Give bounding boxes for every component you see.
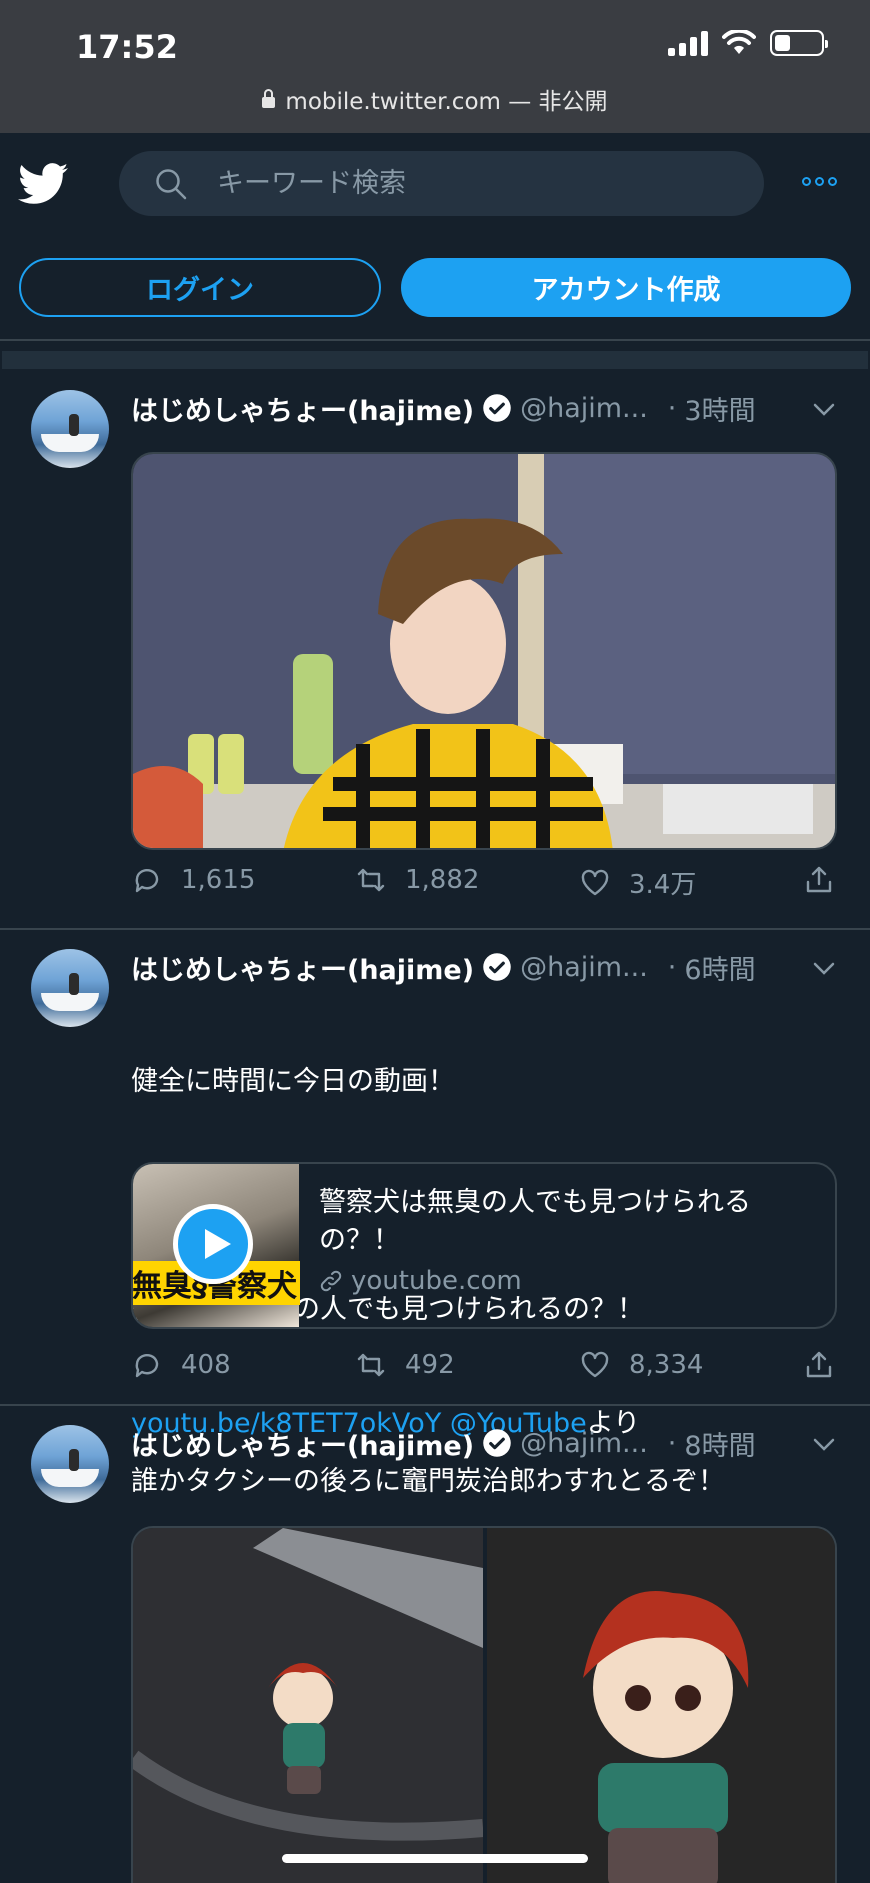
- tweet-header: はじめしゃちょー(hajime) @hajim... · 8時間: [131, 1423, 756, 1463]
- share-button[interactable]: [803, 864, 835, 896]
- separator-dot: ·: [667, 1427, 677, 1459]
- reply-count: 1,615: [181, 865, 256, 895]
- author-handle[interactable]: @hajim...: [520, 393, 648, 424]
- card-domain-text: youtube.com: [351, 1266, 522, 1296]
- author-handle[interactable]: @hajim...: [520, 952, 648, 983]
- tweet-time[interactable]: 3時間: [684, 389, 755, 428]
- battery-icon: [770, 30, 828, 56]
- heart-icon: [581, 869, 609, 895]
- card-body: 警察犬は無臭の人でも見つけられるの？！ youtube.com: [319, 1184, 819, 1296]
- tweet-time[interactable]: 8時間: [684, 1424, 755, 1463]
- share-icon: [806, 866, 832, 893]
- more-options-icon[interactable]: [802, 177, 837, 186]
- tweet-actions: 1,615 1,882 3.4万: [131, 864, 837, 904]
- link-icon: [320, 1270, 342, 1292]
- tweet-photo-grid: [131, 1526, 837, 1883]
- tweet-header: はじめしゃちょー(hajime) @hajim... · 6時間: [131, 947, 756, 987]
- card-thumbnail: 無臭§警察犬: [133, 1164, 300, 1327]
- battery-level: [775, 35, 791, 51]
- tweet[interactable]: はじめしゃちょー(hajime) @hajim... · 3時間 1,615 1…: [0, 371, 870, 930]
- like-count: 8,334: [629, 1350, 704, 1380]
- tweet-photo[interactable]: [131, 452, 837, 850]
- cellular-signal-icon: [668, 30, 708, 56]
- heart-icon: [581, 1351, 609, 1378]
- tweet-time[interactable]: 6時間: [684, 948, 755, 987]
- home-indicator[interactable]: [282, 1854, 588, 1863]
- avatar[interactable]: [31, 949, 109, 1027]
- photo-pair: [133, 1528, 835, 1883]
- share-button[interactable]: [803, 1349, 835, 1381]
- separator-dot: ·: [667, 951, 677, 983]
- avatar[interactable]: [31, 390, 109, 468]
- url-bar[interactable]: mobile.twitter.com — 非公開: [0, 82, 870, 116]
- author-name[interactable]: はじめしゃちょー(hajime): [131, 1424, 474, 1463]
- login-button[interactable]: ログイン: [19, 258, 381, 317]
- retweet-count: 492: [405, 1350, 455, 1380]
- author-handle[interactable]: @hajim...: [520, 1428, 648, 1459]
- play-icon[interactable]: [173, 1204, 253, 1284]
- reply-icon: [135, 869, 159, 893]
- timeline-top-divider: [2, 351, 868, 369]
- status-icons: [668, 30, 828, 56]
- tweet-actions: 408 492 8,334: [131, 1349, 837, 1389]
- reply-icon: [135, 1354, 159, 1378]
- status-bar: 17:52 mobile.twitter.com — 非公開: [0, 0, 870, 133]
- like-count: 3.4万: [629, 870, 697, 900]
- retweet-button[interactable]: 1,882: [355, 864, 479, 896]
- search-input[interactable]: [217, 151, 737, 216]
- reply-count: 408: [181, 1350, 231, 1380]
- like-button[interactable]: 8,334: [579, 1349, 703, 1381]
- author-name[interactable]: はじめしゃちょー(hajime): [131, 389, 474, 428]
- chevron-down-icon[interactable]: [813, 1433, 835, 1455]
- tweet-header: はじめしゃちょー(hajime) @hajim... · 3時間: [131, 388, 756, 428]
- share-icon: [806, 1351, 832, 1378]
- retweet-icon: [357, 1353, 385, 1377]
- status-time: 17:52: [76, 28, 178, 66]
- verified-badge-icon: [483, 394, 511, 422]
- reply-button[interactable]: 408: [131, 1349, 231, 1381]
- card-title: 警察犬は無臭の人でも見つけられるの？！: [319, 1187, 751, 1256]
- retweet-count: 1,882: [405, 865, 480, 895]
- chevron-down-icon[interactable]: [813, 398, 835, 420]
- search-icon: [156, 169, 187, 200]
- tweet[interactable]: はじめしゃちょー(hajime) @hajim... · 6時間 健全に時間に今…: [0, 930, 870, 1439]
- chevron-down-icon[interactable]: [813, 957, 835, 979]
- verified-badge-icon: [483, 953, 511, 981]
- photo-image: [133, 454, 835, 848]
- link-card[interactable]: 無臭§警察犬 警察犬は無臭の人でも見つけられるの？！ youtube.com: [131, 1162, 837, 1329]
- url-text: mobile.twitter.com: [285, 89, 501, 115]
- signup-button[interactable]: アカウント作成: [401, 258, 851, 317]
- avatar[interactable]: [31, 1425, 109, 1503]
- author-name[interactable]: はじめしゃちょー(hajime): [131, 948, 474, 987]
- lock-icon: [262, 89, 276, 108]
- search-box[interactable]: [119, 151, 764, 216]
- like-button[interactable]: 3.4万: [579, 864, 696, 901]
- tweet-text: 誰かタクシーの後ろに竈門炭治郎わすれとるぞ！: [131, 1466, 725, 1497]
- twitter-header: ログイン アカウント作成: [0, 133, 870, 341]
- tweet-text-line: 健全に時間に今日の動画！: [131, 1066, 455, 1097]
- retweet-icon: [357, 868, 385, 892]
- reply-button[interactable]: 1,615: [131, 864, 255, 896]
- twitter-bird-icon[interactable]: [18, 163, 68, 205]
- url-suffix: — 非公開: [500, 89, 608, 115]
- wifi-icon: [722, 30, 756, 54]
- retweet-button[interactable]: 492: [355, 1349, 455, 1381]
- tweet[interactable]: はじめしゃちょー(hajime) @hajim... · 8時間 誰かタクシーの…: [0, 1406, 870, 1883]
- card-domain: youtube.com: [319, 1266, 819, 1296]
- verified-badge-icon: [483, 1429, 511, 1457]
- separator-dot: ·: [667, 392, 677, 424]
